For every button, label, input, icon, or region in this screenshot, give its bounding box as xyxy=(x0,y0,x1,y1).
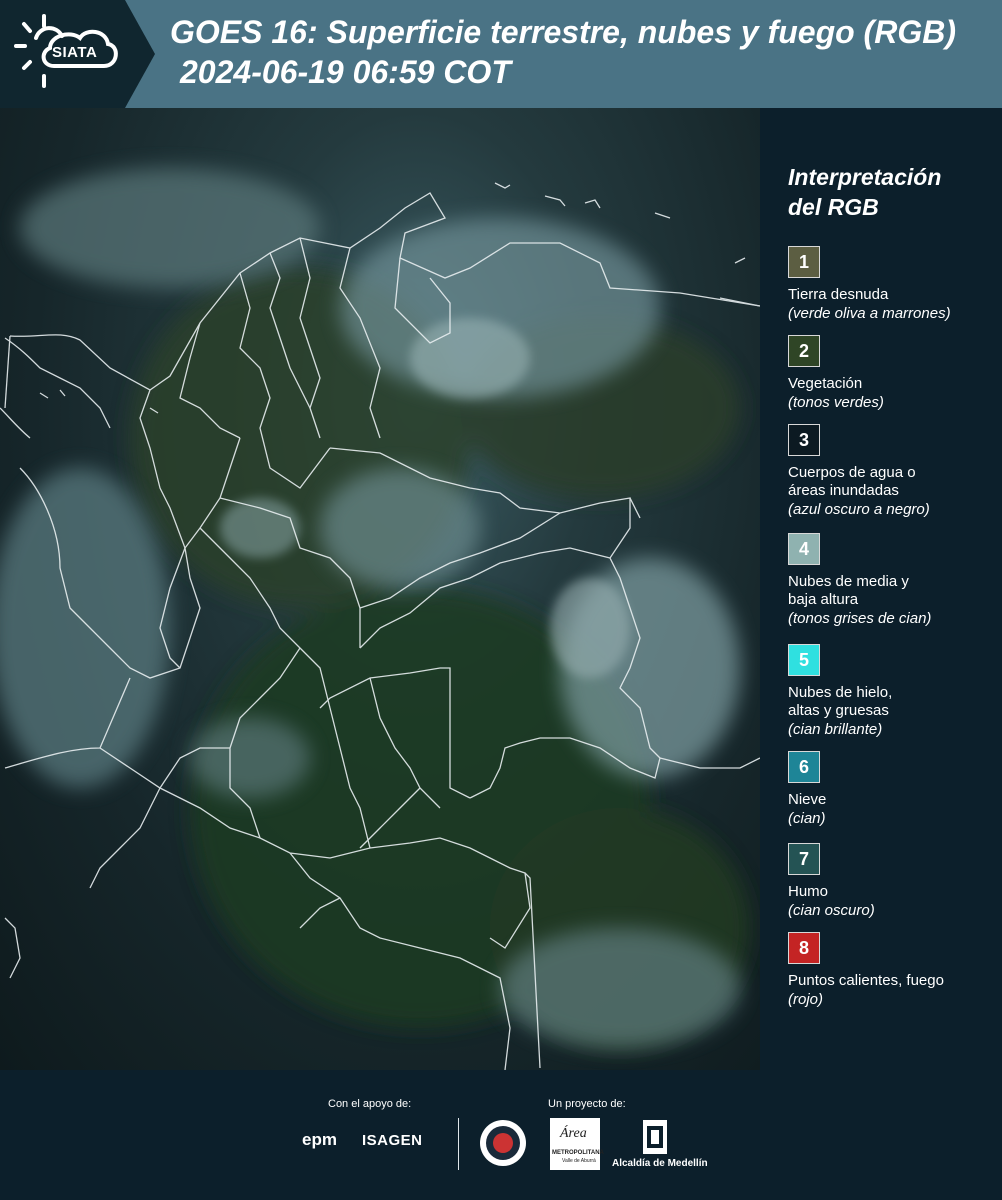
legend-label: Vegetación xyxy=(788,375,863,392)
area-logo-sub2: Valle de Aburrá xyxy=(562,1158,596,1164)
project-label: Un proyecto de: xyxy=(548,1098,626,1110)
legend-label: Nubes de hielo, xyxy=(788,684,893,701)
legend-sub: (tonos grises de cian) xyxy=(788,610,932,627)
siata-logo[interactable]: SIATA xyxy=(0,0,155,108)
page-title: GOES 16: Superficie terrestre, nubes y f… xyxy=(170,14,956,50)
legend-sub: (cian oscuro) xyxy=(788,902,875,919)
legend-label: Cuerpos de agua o xyxy=(788,464,916,481)
medellin-label: Alcaldía de Medellín xyxy=(612,1158,708,1169)
legend-label: áreas inundadas xyxy=(788,482,899,499)
area-metropolitana-logo[interactable]: Área METROPOLITANA Valle de Aburrá xyxy=(550,1118,604,1170)
legend-item-bare-ground: 1 Tierra desnuda (verde oliva a marrones… xyxy=(788,246,988,323)
medellin-shield-icon[interactable] xyxy=(641,1118,669,1156)
legend-sub: (tonos verdes) xyxy=(788,394,884,411)
legend-label: Humo xyxy=(788,883,829,900)
legend-swatch: 4 xyxy=(788,533,820,565)
legend-label: Tierra desnuda xyxy=(788,286,889,303)
legend-label: altas y gruesas xyxy=(788,702,889,719)
area-logo-sub: METROPOLITANA xyxy=(552,1150,604,1156)
legend-item-low-clouds: 4 Nubes de media y baja altura (tonos gr… xyxy=(788,533,988,628)
legend-label: baja altura xyxy=(788,591,859,608)
footer-divider xyxy=(458,1118,459,1170)
legend-swatch: 3 xyxy=(788,424,820,456)
legend-swatch: 7 xyxy=(788,843,820,875)
legend-sub: (cian brillante) xyxy=(788,721,883,738)
legend-sub: (verde oliva a marrones) xyxy=(788,305,951,322)
siata-logo-text: SIATA xyxy=(52,44,98,61)
legend-item-fire: 8 Puntos calientes, fuego (rojo) xyxy=(788,932,988,1009)
support-label: Con el apoyo de: xyxy=(328,1098,412,1110)
legend-title-line1: Interpretación xyxy=(788,164,942,190)
legend-label: Nieve xyxy=(788,791,827,808)
legend-swatch: 6 xyxy=(788,751,820,783)
legend-sub: (rojo) xyxy=(788,991,824,1008)
legend-swatch: 8 xyxy=(788,932,820,964)
legend-sub: (cian) xyxy=(788,810,826,827)
legend-item-ice-clouds: 5 Nubes de hielo, altas y gruesas (cian … xyxy=(788,644,988,739)
page-timestamp: 2024-06-19 06:59 COT xyxy=(180,54,511,90)
legend-sub: (azul oscuro a negro) xyxy=(788,501,930,518)
satellite-map[interactable] xyxy=(0,108,760,1070)
legend-label: Nubes de media y xyxy=(788,573,909,590)
legend-item-vegetation: 2 Vegetación (tonos verdes) xyxy=(788,335,988,412)
isagen-logo[interactable]: ISAGEN xyxy=(362,1132,423,1149)
legend-item-smoke: 7 Humo (cian oscuro) xyxy=(788,843,988,920)
legend-title: Interpretación del RGB xyxy=(788,162,941,222)
university-seal-icon[interactable] xyxy=(478,1118,528,1168)
legend-item-water: 3 Cuerpos de agua o áreas inundadas (azu… xyxy=(788,424,988,519)
legend-swatch: 2 xyxy=(788,335,820,367)
legend-label: Puntos calientes, fuego xyxy=(788,972,944,989)
legend-title-line2: del RGB xyxy=(788,194,879,220)
map-svg xyxy=(0,168,760,1070)
area-logo-text: Área xyxy=(560,1126,587,1141)
legend-item-snow: 6 Nieve (cian) xyxy=(788,751,988,828)
epm-logo[interactable]: epm xyxy=(302,1130,337,1150)
footer: Con el apoyo de: Un proyecto de: epm ISA… xyxy=(0,1070,1002,1200)
legend-swatch: 1 xyxy=(788,246,820,278)
legend-swatch: 5 xyxy=(788,644,820,676)
